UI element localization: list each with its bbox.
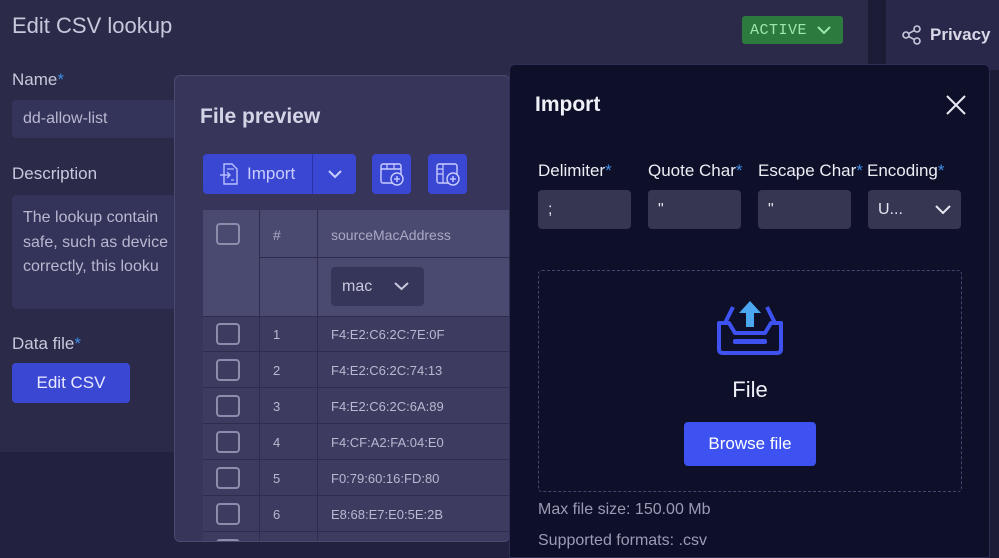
row-mac: F4:CF:A2:FA:04:E0 xyxy=(331,435,444,450)
row-checkbox[interactable] xyxy=(216,359,240,381)
required-mark: * xyxy=(937,161,945,180)
table-row: 5 F0:79:60:16:FD:80 xyxy=(203,461,509,496)
status-badge-label: ACTIVE xyxy=(750,21,808,39)
delimiter-label: Delimiter* xyxy=(538,161,612,181)
row-index: 5 xyxy=(273,471,281,486)
encoding-label-text: Encoding xyxy=(867,161,938,180)
encoding-label: Encoding* xyxy=(867,161,945,181)
row-checkbox[interactable] xyxy=(216,539,240,541)
browse-file-label: Browse file xyxy=(708,434,792,453)
row-checkbox[interactable] xyxy=(216,323,240,345)
add-column-button[interactable] xyxy=(428,154,467,194)
column-type-value: mac xyxy=(342,277,373,295)
escape-char-input[interactable]: " xyxy=(758,190,851,229)
delimiter-value: ; xyxy=(548,201,553,218)
header-divider xyxy=(259,257,509,258)
quote-char-value: " xyxy=(658,201,664,218)
status-badge[interactable]: ACTIVE xyxy=(742,16,843,44)
quote-char-label-text: Quote Char xyxy=(648,161,736,180)
add-row-icon xyxy=(379,163,404,186)
preview-table: # sourceMacAddress mac 1 F4:E2:C6:2C:7E:… xyxy=(203,210,509,541)
name-input-value: dd-allow-list xyxy=(23,110,108,127)
import-split-button[interactable]: Import xyxy=(203,154,356,194)
table-row: 2 F4:E2:C6:2C:74:13 xyxy=(203,353,509,388)
row-index: 3 xyxy=(273,399,281,414)
row-mac: F4:E2:C6:2C:74:13 xyxy=(331,363,443,378)
close-icon xyxy=(946,95,966,115)
row-checkbox[interactable] xyxy=(216,467,240,489)
import-dropdown-toggle[interactable] xyxy=(313,154,356,194)
row-index: 6 xyxy=(273,507,281,522)
data-file-label-text: Data file xyxy=(12,334,75,353)
description-line: safe, such as device xyxy=(23,233,168,251)
name-label: Name* xyxy=(12,70,64,90)
required-mark: * xyxy=(735,161,743,180)
page-title: Edit CSV lookup xyxy=(12,13,173,38)
row-mac: F4:E2:C6:2C:7E:0F xyxy=(331,327,445,342)
chevron-down-icon xyxy=(327,169,342,178)
delimiter-input[interactable]: ; xyxy=(538,190,631,229)
row-mac: F0:79:60:16:FD:80 xyxy=(331,471,440,486)
escape-char-label: Escape Char* xyxy=(758,161,863,181)
row-mac: E8:68:E7:E0:5E:2B xyxy=(331,507,444,522)
share-icon xyxy=(902,25,921,45)
import-dialog: Import Delimiter* ; Quote Char* " Escape… xyxy=(509,64,990,558)
file-preview-title: File preview xyxy=(200,105,321,128)
privacy-button[interactable]: Privacy xyxy=(886,0,999,70)
browse-file-button[interactable]: Browse file xyxy=(684,422,816,466)
column-header-mac[interactable]: sourceMacAddress xyxy=(331,227,451,243)
name-label-text: Name xyxy=(12,70,58,89)
table-row: 3 F4:E2:C6:2C:6A:89 xyxy=(203,389,509,424)
add-column-icon xyxy=(435,163,460,186)
column-type-select[interactable]: mac xyxy=(331,267,424,306)
chevron-down-icon xyxy=(394,282,409,291)
escape-char-label-text: Escape Char xyxy=(758,161,857,180)
file-preview-dialog: File preview Import # sourceMacAddress m… xyxy=(174,75,510,542)
column-header-index: # xyxy=(273,227,281,243)
table-row: 4 F4:CF:A2:FA:04:E0 xyxy=(203,425,509,460)
quote-char-label: Quote Char* xyxy=(648,161,743,181)
table-row: 1 F4:E2:C6:2C:7E:0F xyxy=(203,317,509,352)
description-textarea[interactable]: The lookup contain safe, such as device … xyxy=(12,195,182,309)
name-input[interactable]: dd-allow-list xyxy=(12,100,182,138)
edit-csv-button-label: Edit CSV xyxy=(36,373,106,392)
import-button[interactable]: Import xyxy=(203,154,313,194)
row-index: 4 xyxy=(273,435,281,450)
chevron-down-icon xyxy=(817,26,831,35)
file-dropzone[interactable]: File Browse file xyxy=(538,270,962,492)
required-mark: * xyxy=(856,161,863,180)
max-file-size: Max file size: 150.00 Mb xyxy=(538,501,711,518)
table-row: 6 E8:68:E7:E0:5E:2B xyxy=(203,497,509,532)
required-mark: * xyxy=(57,70,64,89)
encoding-select[interactable]: U... xyxy=(868,190,961,229)
privacy-label: Privacy xyxy=(930,25,991,44)
description-label: Description xyxy=(12,164,98,183)
encoding-value: U... xyxy=(878,200,903,218)
select-all-checkbox[interactable] xyxy=(216,223,240,245)
required-mark: * xyxy=(74,334,81,353)
description-line: correctly, this looku xyxy=(23,258,159,275)
row-mac: F4:E2:C6:2C:6A:89 xyxy=(331,399,444,414)
upload-tray-icon xyxy=(717,301,783,355)
escape-char-value: " xyxy=(768,201,774,218)
import-dialog-title: Import xyxy=(535,93,601,116)
edit-csv-button[interactable]: Edit CSV xyxy=(12,363,130,403)
row-checkbox[interactable] xyxy=(216,395,240,417)
row-index: 2 xyxy=(273,363,281,378)
import-button-label: Import xyxy=(247,164,296,183)
add-row-button[interactable] xyxy=(372,154,411,194)
close-button[interactable] xyxy=(944,93,968,117)
row-index: 1 xyxy=(273,327,281,342)
delimiter-label-text: Delimiter xyxy=(538,161,606,180)
import-file-icon xyxy=(220,163,238,185)
quote-char-input[interactable]: " xyxy=(648,190,741,229)
row-checkbox[interactable] xyxy=(216,431,240,453)
description-line: The lookup contain xyxy=(23,209,159,226)
dropzone-title: File xyxy=(732,377,768,402)
row-checkbox[interactable] xyxy=(216,503,240,525)
chevron-down-icon xyxy=(935,204,951,214)
required-mark: * xyxy=(605,161,612,180)
supported-formats: Supported formats: .csv xyxy=(538,532,707,549)
data-file-label: Data file* xyxy=(12,334,81,354)
